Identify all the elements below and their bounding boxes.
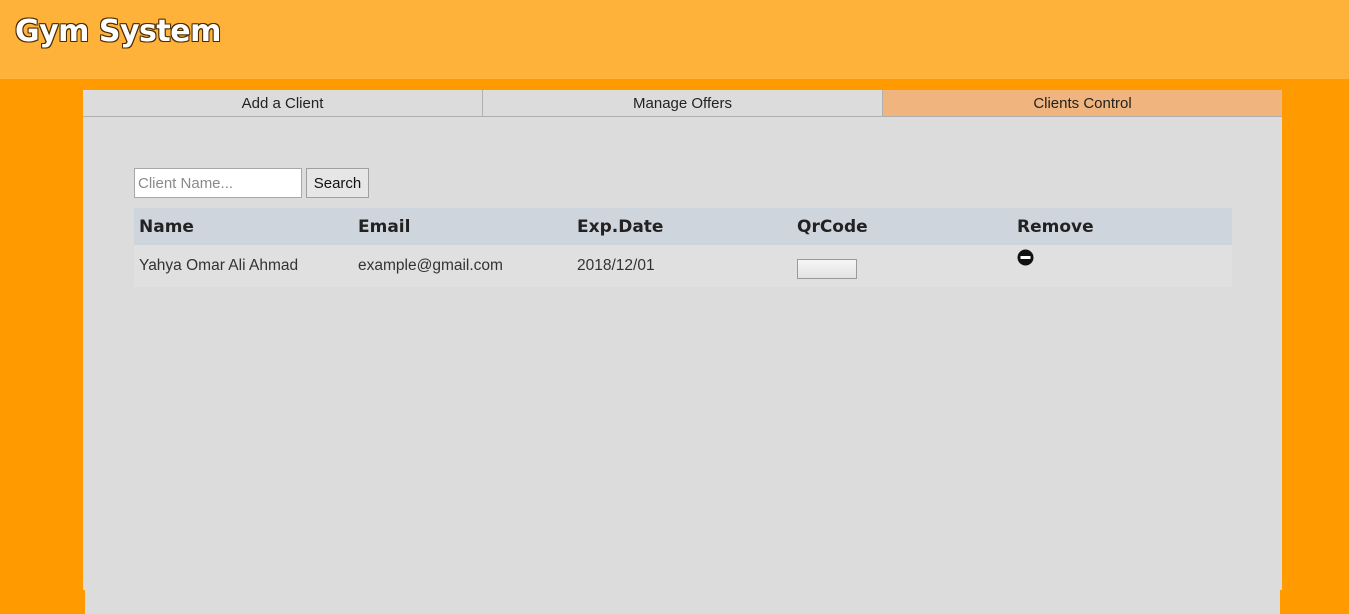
- client-qrcode-cell: [792, 245, 1012, 287]
- table-header-row: Name Email Exp.Date QrCode Remove: [134, 208, 1232, 245]
- client-remove-cell: [1012, 245, 1232, 287]
- column-header-qrcode: QrCode: [792, 208, 1012, 245]
- tab-bar: Add a Client Manage Offers Clients Contr…: [83, 90, 1282, 117]
- column-header-email: Email: [353, 208, 572, 245]
- panel-edge-left: [83, 590, 85, 614]
- client-exp-date-cell: 2018/12/01: [572, 245, 792, 287]
- app-title: Gym System: [15, 14, 221, 49]
- search-bar: Search: [134, 168, 369, 198]
- client-name-search-input[interactable]: [134, 168, 302, 198]
- tab-manage-offers[interactable]: Manage Offers: [483, 90, 883, 116]
- search-button[interactable]: Search: [306, 168, 369, 198]
- tab-clients-control[interactable]: Clients Control: [883, 90, 1282, 116]
- table-row: Yahya Omar Ali Ahmad example@gmail.com 2…: [134, 245, 1232, 287]
- column-header-remove: Remove: [1012, 208, 1232, 245]
- client-email-cell: example@gmail.com: [353, 245, 572, 287]
- clients-table: Name Email Exp.Date QrCode Remove Yahya …: [134, 208, 1232, 287]
- app-header: Gym System: [0, 0, 1349, 79]
- qrcode-button[interactable]: [797, 258, 857, 279]
- panel-edge-right: [1280, 590, 1282, 614]
- main-panel: Add a Client Manage Offers Clients Contr…: [83, 90, 1282, 614]
- tab-add-client[interactable]: Add a Client: [83, 90, 483, 116]
- column-header-exp-date: Exp.Date: [572, 208, 792, 245]
- column-header-name: Name: [134, 208, 353, 245]
- minus-circle-icon[interactable]: [1017, 249, 1034, 266]
- client-name-cell: Yahya Omar Ali Ahmad: [134, 245, 353, 287]
